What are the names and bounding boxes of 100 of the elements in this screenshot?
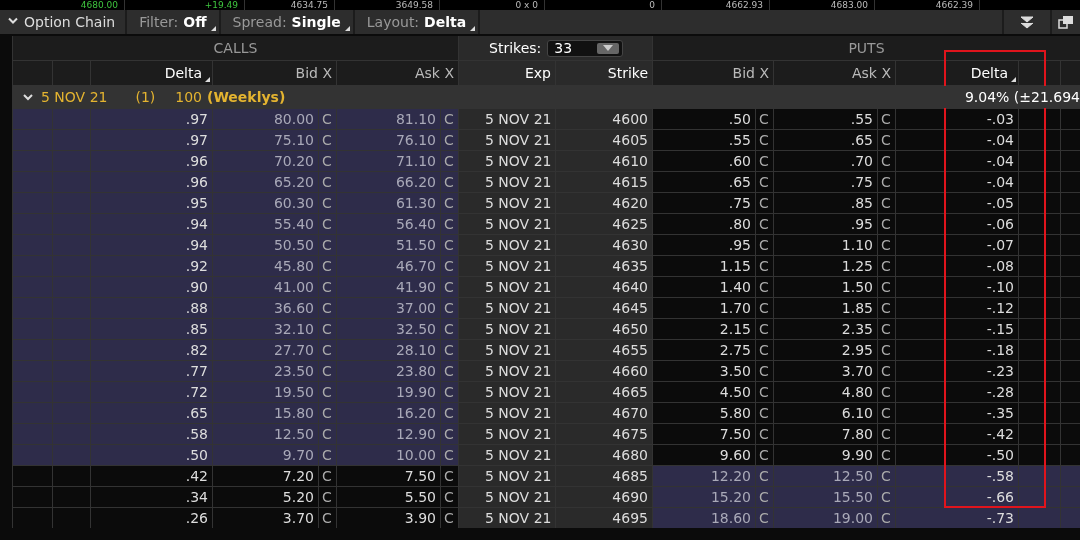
table-cell: .97 (91, 109, 212, 129)
table-cell: 7.50 (337, 466, 440, 486)
table-cell: C (441, 256, 458, 276)
table-cell: C (756, 193, 773, 213)
table-cell: C (756, 130, 773, 150)
table-cell: C (878, 466, 895, 486)
table-cell: 4640 (556, 277, 652, 297)
table-cell: 4635 (556, 256, 652, 276)
table-cell: 28.10 (337, 340, 440, 360)
table-cell: C (319, 109, 336, 129)
table-cell: C (319, 151, 336, 171)
table-cell: .95 (91, 193, 212, 213)
strikes-label: Strikes: (489, 40, 542, 56)
table-cell: C (319, 298, 336, 318)
table-cell: 5.50 (337, 487, 440, 507)
table-cell: C (319, 214, 336, 234)
table-cell: 2.15 (653, 319, 755, 339)
table-cell (53, 466, 90, 486)
table-cell (1061, 382, 1080, 402)
table-cell (1061, 193, 1080, 213)
table-cell (1061, 298, 1080, 318)
table-cell: C (319, 172, 336, 192)
table-cell: C (878, 256, 895, 276)
table-cell: .85 (91, 319, 212, 339)
table-cell: -.73 (896, 508, 1018, 528)
panel-title-toggle[interactable]: Option Chain (0, 10, 128, 34)
table-cell: 4685 (556, 466, 652, 486)
table-cell: C (319, 466, 336, 486)
table-cell: .55 (653, 130, 755, 150)
table-cell: 1.25 (774, 256, 877, 276)
table-cell: .90 (91, 277, 212, 297)
table-cell: C (878, 130, 895, 150)
table-cell: C (441, 340, 458, 360)
table-cell: .65 (653, 172, 755, 192)
column-header[interactable]: Exp (459, 61, 555, 85)
table-cell: C (756, 172, 773, 192)
column-header[interactable]: Delta (91, 61, 212, 85)
table-cell: C (319, 130, 336, 150)
table-cell: C (319, 193, 336, 213)
table-cell: C (756, 466, 773, 486)
table-cell: 4660 (556, 361, 652, 381)
table-cell: C (441, 319, 458, 339)
table-cell (13, 382, 52, 402)
column-header[interactable]: Strike (556, 61, 652, 85)
table-cell: 4615 (556, 172, 652, 192)
column-header[interactable]: Ask X (337, 61, 458, 85)
table-cell: C (878, 235, 895, 255)
table-cell (13, 424, 52, 444)
table-cell (13, 193, 52, 213)
table-cell: 4605 (556, 130, 652, 150)
table-cell: 5 NOV 21 (459, 214, 555, 234)
table-cell: .82 (91, 340, 212, 360)
table-cell: 37.00 (337, 298, 440, 318)
table-cell: 23.50 (213, 361, 318, 381)
expiry-toggle[interactable]: 5 NOV 21 (23, 86, 108, 108)
table-cell: 19.50 (213, 382, 318, 402)
table-cell (1019, 298, 1060, 318)
table-cell: .96 (91, 172, 212, 192)
table-cell: .70 (774, 151, 877, 171)
table-cell: .80 (653, 214, 755, 234)
table-cell: 9.60 (653, 445, 755, 465)
table-cell: 5 NOV 21 (459, 256, 555, 276)
table-cell (13, 256, 52, 276)
dropdown-control[interactable]: Filter: Off (127, 10, 221, 34)
table-cell (1061, 508, 1080, 528)
table-cell: 5 NOV 21 (459, 298, 555, 318)
table-cell: 4670 (556, 403, 652, 423)
table-cell: .65 (774, 130, 877, 150)
table-cell: 5 NOV 21 (459, 340, 555, 360)
section-heading: PUTS (653, 36, 1080, 60)
table-cell: 5 NOV 21 (459, 172, 555, 192)
table-cell: -.04 (896, 172, 1018, 192)
table-cell: C (756, 340, 773, 360)
table-cell: C (441, 508, 458, 528)
table-cell: .65 (91, 403, 212, 423)
table-cell: C (878, 382, 895, 402)
dropdown-control[interactable]: Layout: Delta (354, 10, 481, 34)
column-header[interactable]: Bid X (653, 61, 773, 85)
table-cell: 66.20 (337, 172, 440, 192)
table-cell: -.18 (896, 340, 1018, 360)
table-cell: .95 (774, 214, 877, 234)
table-cell (13, 487, 52, 507)
table-cell: 56.40 (337, 214, 440, 234)
table-cell: 4675 (556, 424, 652, 444)
column-header[interactable]: Ask X (774, 61, 895, 85)
table-cell: 4620 (556, 193, 652, 213)
table-cell: 4.50 (653, 382, 755, 402)
table-cell: C (441, 298, 458, 318)
table-cell: .92 (91, 256, 212, 276)
table-cell (1061, 172, 1080, 192)
strikes-dropdown[interactable]: 33 (547, 39, 624, 57)
table-cell: 3.70 (213, 508, 318, 528)
table-cell: .34 (91, 487, 212, 507)
table-cell: C (756, 109, 773, 129)
table-cell: C (441, 424, 458, 444)
column-header[interactable]: Delta (896, 61, 1018, 85)
table-cell: 4690 (556, 487, 652, 507)
dropdown-control[interactable]: Spread: Single (220, 10, 355, 34)
table-cell: C (878, 214, 895, 234)
column-header[interactable]: Bid X (213, 61, 336, 85)
